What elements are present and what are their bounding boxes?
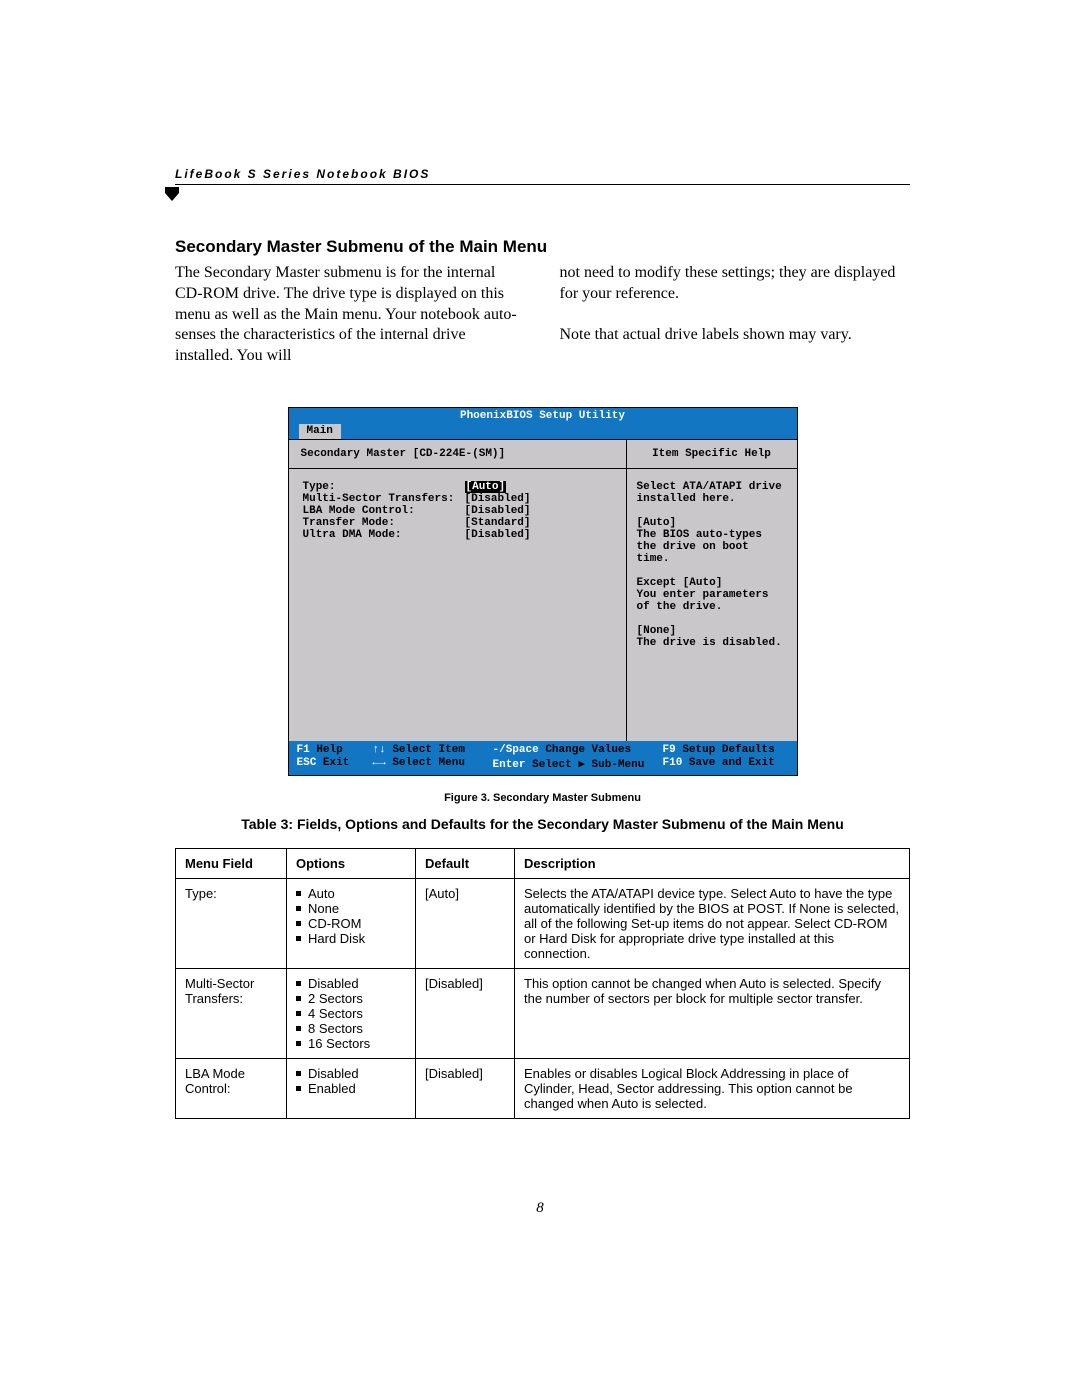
bios-param-value: [Disabled] xyxy=(465,493,531,505)
cell-options: DisabledEnabled xyxy=(287,1058,416,1118)
bios-sub-header: Secondary Master [CD-224E-(SM)] xyxy=(289,440,626,469)
th-default: Default xyxy=(416,848,515,878)
bios-title: PhoenixBIOS Setup Utility xyxy=(289,408,797,424)
body-col-right: not need to modify these settings; they … xyxy=(560,263,911,367)
bios-footer-cell: F1 Help xyxy=(297,744,373,756)
body-right-line-2: Note that actual drive labels shown may … xyxy=(560,326,852,343)
option-item: None xyxy=(296,901,406,916)
option-item: 16 Sectors xyxy=(296,1036,406,1051)
bios-param-row: LBA Mode Control:[Disabled] xyxy=(303,505,614,517)
cell-description: Enables or disables Logical Block Addres… xyxy=(515,1058,910,1118)
cell-description: This option cannot be changed when Auto … xyxy=(515,968,910,1058)
bios-param-label: Multi-Sector Transfers: xyxy=(303,493,465,505)
bios-param-value: [Standard] xyxy=(465,517,531,529)
option-item: 4 Sectors xyxy=(296,1006,406,1021)
cell-default: [Auto] xyxy=(416,878,515,968)
page-number: 8 xyxy=(0,1200,1080,1217)
bios-footer-cell: ESC Exit xyxy=(297,757,373,771)
cell-menu-field: Multi-Sector Transfers: xyxy=(176,968,287,1058)
bios-tab-bar: Main xyxy=(289,424,797,439)
bios-help-header: Item Specific Help xyxy=(627,440,797,469)
bios-param-value: [Disabled] xyxy=(465,529,531,541)
bios-params-panel: Type:[Auto]Multi-Sector Transfers:[Disab… xyxy=(289,469,626,741)
bios-footer-cell: F9 Setup Defaults xyxy=(663,744,803,756)
cell-options: Disabled2 Sectors4 Sectors8 Sectors16 Se… xyxy=(287,968,416,1058)
bios-param-row: Transfer Mode:[Standard] xyxy=(303,517,614,529)
cell-menu-field: Type: xyxy=(176,878,287,968)
bios-param-row: Multi-Sector Transfers:[Disabled] xyxy=(303,493,614,505)
bios-help-text: Select ATA/ATAPI drive installed here. [… xyxy=(627,469,797,741)
th-options: Options xyxy=(287,848,416,878)
bios-footer-cell: F10 Save and Exit xyxy=(663,757,803,771)
bios-param-label: Ultra DMA Mode: xyxy=(303,529,465,541)
bios-param-row: Ultra DMA Mode:[Disabled] xyxy=(303,529,614,541)
option-item: Disabled xyxy=(296,1066,406,1081)
table-row: Multi-Sector Transfers:Disabled2 Sectors… xyxy=(176,968,910,1058)
body-col-left: The Secondary Master submenu is for the … xyxy=(175,263,526,367)
bios-tab-main: Main xyxy=(299,424,341,439)
th-menu-field: Menu Field xyxy=(176,848,287,878)
table-title: Table 3: Fields, Options and Defaults fo… xyxy=(175,816,910,832)
bios-footer: F1 Help↑↓ Select Item-/Space Change Valu… xyxy=(289,741,797,775)
figure-caption: Figure 3. Secondary Master Submenu xyxy=(175,792,910,804)
bios-param-value: [Auto] xyxy=(465,481,507,493)
options-table: Menu Field Options Default Description T… xyxy=(175,848,910,1119)
option-item: Hard Disk xyxy=(296,931,406,946)
cell-description: Selects the ATA/ATAPI device type. Selec… xyxy=(515,878,910,968)
table-row: Type:AutoNoneCD-ROMHard Disk[Auto]Select… xyxy=(176,878,910,968)
bios-param-row: Type:[Auto] xyxy=(303,481,614,493)
running-head: LifeBook S Series Notebook BIOS xyxy=(175,167,430,181)
option-item: Auto xyxy=(296,886,406,901)
body-right-line-1: not need to modify these settings; they … xyxy=(560,264,896,302)
cell-options: AutoNoneCD-ROMHard Disk xyxy=(287,878,416,968)
option-item: CD-ROM xyxy=(296,916,406,931)
cell-default: [Disabled] xyxy=(416,968,515,1058)
section-title: Secondary Master Submenu of the Main Men… xyxy=(175,237,910,257)
bios-footer-cell: ↑↓ Select Item xyxy=(373,744,493,756)
option-item: Enabled xyxy=(296,1081,406,1096)
bios-screenshot: PhoenixBIOS Setup Utility Main Secondary… xyxy=(288,407,798,776)
option-item: Disabled xyxy=(296,976,406,991)
bios-footer-cell: -/Space Change Values xyxy=(493,744,663,756)
header-arrow-icon xyxy=(165,187,900,201)
table-row: LBA Mode Control:DisabledEnabled[Disable… xyxy=(176,1058,910,1118)
cell-menu-field: LBA Mode Control: xyxy=(176,1058,287,1118)
option-item: 8 Sectors xyxy=(296,1021,406,1036)
bios-param-label: Type: xyxy=(303,481,465,493)
bios-param-label: Transfer Mode: xyxy=(303,517,465,529)
bios-footer-cell: ←→ Select Menu xyxy=(373,757,493,771)
bios-param-label: LBA Mode Control: xyxy=(303,505,465,517)
bios-param-value: [Disabled] xyxy=(465,505,531,517)
cell-default: [Disabled] xyxy=(416,1058,515,1118)
option-item: 2 Sectors xyxy=(296,991,406,1006)
th-description: Description xyxy=(515,848,910,878)
bios-footer-cell: Enter Select ▶ Sub-Menu xyxy=(493,757,663,771)
